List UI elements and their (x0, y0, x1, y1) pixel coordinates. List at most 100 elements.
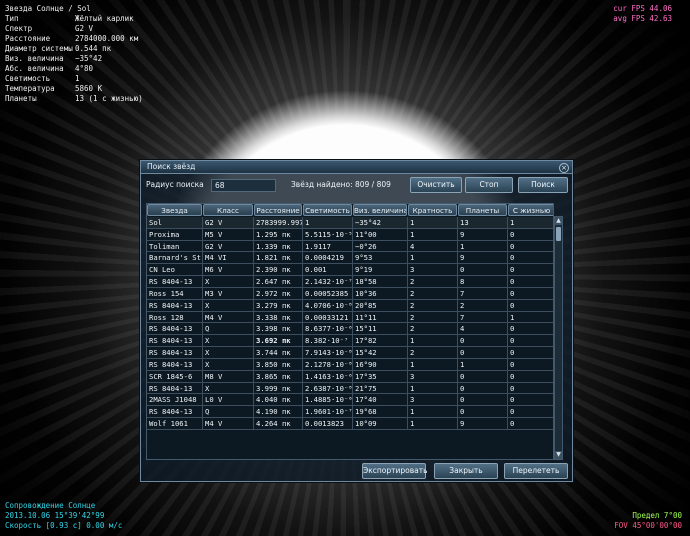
object-info-panel: Звезда Солнце / Sol Тип Жёлтый карлик Спек… (5, 4, 143, 104)
cell-luminosity: 1.4885·10⁻⁶ (303, 394, 353, 407)
cell-class: X (203, 335, 254, 348)
column-header-vis-mag[interactable]: Виз. величина (353, 204, 407, 216)
cell-class: M4 V (203, 311, 254, 324)
goto-button[interactable]: Перелететь (504, 463, 568, 479)
cell-luminosity: 7.9143·10⁻⁸ (303, 347, 353, 359)
cell-star: RS 8404-13 (147, 382, 203, 395)
clear-button[interactable]: Очистить (410, 177, 462, 193)
column-header-class[interactable]: Класс (203, 204, 253, 216)
column-header-luminosity[interactable]: Светимость (303, 204, 352, 216)
dialog-titlebar[interactable]: Поиск звёзд × (141, 161, 572, 174)
table-row[interactable]: RS 8404-13 X 3.279 пк 4.0706·10⁻⁸ 20°85 2 2 0 (147, 299, 553, 312)
cell-multiplicity: 1 (408, 382, 458, 395)
fov-readout: FOV 45°00'00°00 (614, 521, 682, 530)
cell-luminosity: 1.9117 (303, 240, 353, 253)
table-scrollbar[interactable]: ▲ ▼ (554, 216, 563, 460)
cell-multiplicity: 1 (408, 335, 458, 348)
cell-distance: 3.850 пк (254, 358, 303, 371)
column-header-distance[interactable]: Расстояние (254, 204, 302, 216)
info-key: Светимость (5, 74, 51, 83)
cell-class: Q (203, 406, 254, 419)
table-row[interactable]: Sol G2 V 2783999.997 1 −35°42 1 13 1 (147, 217, 553, 229)
cell-multiplicity: 4 (408, 240, 458, 253)
cell-planets: 1 (458, 358, 508, 371)
cell-multiplicity: 3 (408, 264, 458, 277)
cell-with-life: 0 (508, 288, 553, 300)
cell-luminosity: 0.0013823 (303, 418, 353, 430)
table-row[interactable]: Wolf 1061 M4 V 4.264 пк 0.0013823 10°09 1 9 0 (147, 418, 553, 430)
cell-distance: 3.279 пк (254, 299, 303, 312)
cell-with-life: 0 (508, 300, 553, 312)
column-header-planets[interactable]: Планеты (458, 204, 507, 216)
table-row[interactable]: RS 8404-13 X 3.692 пк 8.382·10⁻⁷ 17°82 1 0 0 (147, 335, 553, 348)
table-row[interactable]: 2MASS J1048 L0 V 4.040 пк 1.4885·10⁻⁶ 17°40 3… (147, 394, 553, 407)
export-button[interactable]: Экспортировать (362, 463, 428, 479)
search-radius-input[interactable]: 68 (211, 179, 276, 192)
info-value: Жёлтый карлик (75, 14, 134, 23)
fps-readout: cur FPS 44.06 avg FPS 42.63 (613, 4, 672, 24)
cell-star: SCR 1845-6 (147, 370, 203, 383)
info-key: Абс. величина (5, 64, 64, 73)
info-key: Планеты (5, 94, 37, 103)
cell-vis-mag: 11°11 (353, 311, 408, 324)
cell-distance: 3.692 пк (254, 335, 303, 348)
column-header-star[interactable]: Звезда (147, 204, 202, 216)
cell-distance: 4.190 пк (254, 406, 303, 419)
close-button[interactable]: Закрыть (434, 463, 498, 479)
cell-vis-mag: 18°58 (353, 276, 408, 288)
fps-average: avg FPS 42.63 (613, 14, 672, 23)
close-icon[interactable]: × (559, 163, 569, 173)
column-header-with-life[interactable]: С жизнью (508, 204, 553, 216)
cell-class: X (203, 347, 254, 359)
cell-distance: 1.339 пк (254, 240, 303, 253)
cell-vis-mag: −35°42 (353, 217, 408, 229)
cell-luminosity: 1 (303, 217, 353, 229)
cell-distance: 3.865 пк (254, 370, 303, 383)
cell-planets: 0 (458, 370, 508, 383)
search-button[interactable]: Поиск (518, 177, 568, 193)
scroll-thumb[interactable] (556, 227, 561, 241)
table-row[interactable]: RS 8404-13 X 3.850 пк 2.1278·10⁻⁸ 16°90 1 1 0 (147, 358, 553, 371)
cell-with-life: 0 (508, 276, 553, 288)
cell-vis-mag: 21°75 (353, 382, 408, 395)
info-value: G2 V (75, 24, 94, 33)
cell-multiplicity: 2 (408, 299, 458, 312)
cell-with-life: 0 (508, 418, 553, 430)
cell-class: M5 V (203, 228, 254, 241)
cell-with-life: 0 (508, 359, 553, 371)
table-row[interactable]: RS 8404-13 X 2.647 пк 2.1432·10⁻⁷ 18°58 2 8 0 (147, 276, 553, 288)
scroll-up-icon[interactable]: ▲ (555, 217, 562, 225)
cell-class: M3 V (203, 287, 254, 300)
table-row[interactable]: Toliman G2 V 1.339 пк 1.9117 −0°26 4 1 0 (147, 240, 553, 253)
table-row[interactable]: RS 8404-13 X 3.999 пк 2.6387·10⁻⁸ 21°75 1 0 0 (147, 382, 553, 395)
table-row[interactable]: Barnard's St M4 VI 1.821 пк 0.0004219 9°53 1 9… (147, 252, 553, 265)
cell-multiplicity: 2 (408, 287, 458, 300)
cell-vis-mag: 17°82 (353, 335, 408, 348)
star-search-dialog: Поиск звёзд × Радиус поиска 68 Звёзд най… (140, 160, 573, 482)
table-row[interactable]: RS 8404-13 Q 4.190 пк 1.9601·10⁻⁷ 19°68 1 0 0 (147, 406, 553, 419)
cell-vis-mag: 17°40 (353, 394, 408, 407)
cell-star: 2MASS J1048 (147, 394, 203, 407)
table-row[interactable]: Ross 128 M4 V 3.338 пк 0.00033121 11°11 2 7 1 (147, 311, 553, 324)
table-row[interactable]: Proxima M5 V 1.295 пк 5.5115·10⁻⁵ 11°00 1 9 0 (147, 228, 553, 241)
info-key: Спектр (5, 24, 33, 33)
cell-vis-mag: −0°26 (353, 240, 408, 253)
table-row[interactable]: Ross 154 M3 V 2.972 пк 0.00052385 10°36 2 7 0 (147, 287, 553, 300)
table-body: Sol G2 V 2783999.997 1 −35°42 1 13 1 Proxima M5 V… (147, 217, 553, 430)
cell-distance: 2.390 пк (254, 264, 303, 277)
cell-distance: 3.398 пк (254, 323, 303, 336)
cell-vis-mag: 17°35 (353, 370, 408, 383)
cell-luminosity: 0.00052385 (303, 287, 353, 300)
status-bottom-left: Сопровождение Солнце 2013.10.06 15°39'42… (5, 501, 122, 531)
column-header-multiplicity[interactable]: Кратность (408, 204, 457, 216)
table-row[interactable]: RS 8404-13 Q 3.398 пк 8.6377·10⁻⁶ 15°11 2 4 0 (147, 323, 553, 336)
table-row[interactable]: CN Leo M6 V 2.390 пк 0.001 9°19 3 0 0 (147, 264, 553, 277)
cell-planets: 2 (458, 299, 508, 312)
cell-luminosity: 2.1278·10⁻⁸ (303, 358, 353, 371)
table-row[interactable]: RS 8404-13 X 3.744 пк 7.9143·10⁻⁸ 15°42 2 0 0 (147, 347, 553, 359)
info-row: Диаметр системы 0.544 пк (5, 44, 143, 54)
table-row[interactable]: SCR 1845-6 M8 V 3.865 пк 1.4163·10⁻⁶ 17°35 3 0… (147, 370, 553, 383)
stop-button[interactable]: Стоп (465, 177, 513, 193)
cell-with-life: 0 (508, 229, 553, 241)
scroll-down-icon[interactable]: ▼ (555, 451, 562, 459)
